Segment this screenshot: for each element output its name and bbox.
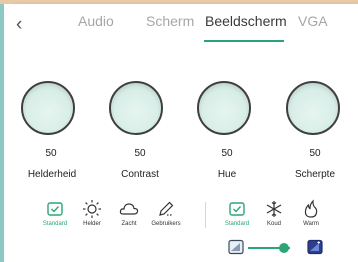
hue-knob[interactable] (197, 81, 251, 135)
tab-beeldscherm[interactable]: Beeldscherm (205, 13, 287, 29)
hue-value: 50 (221, 148, 233, 159)
backlight-slider-thumb[interactable] (278, 243, 289, 253)
left-accent-line (0, 4, 4, 262)
brightness-label: Helderheid (27, 169, 77, 180)
backlight-low-icon[interactable] (228, 239, 244, 255)
mode-helder-label: Helder (83, 221, 101, 227)
sharpness-label: Scherpte (294, 169, 336, 180)
active-tab-indicator (204, 40, 284, 42)
mode-standard-label: Standard (42, 221, 68, 227)
tab-vga[interactable]: VGA (298, 13, 328, 29)
backlight-high-icon[interactable] (307, 239, 323, 255)
temp-standard-label: Standard (224, 221, 250, 227)
sun-icon (83, 200, 101, 218)
tab-scherm[interactable]: Scherm (146, 13, 194, 29)
contrast-knob[interactable] (109, 81, 163, 135)
mode-zacht-button[interactable]: Zacht (109, 198, 149, 227)
mode-gebruikers-label: Gebruikers (151, 221, 181, 227)
brightness-value: 50 (45, 148, 57, 159)
mode-standard-button[interactable]: Standard (35, 198, 75, 227)
brightness-knob[interactable] (21, 81, 75, 135)
back-chevron-icon[interactable]: ‹ (16, 12, 36, 38)
contrast-value: 50 (134, 148, 146, 159)
sharpness-value: 50 (309, 148, 321, 159)
pencil-icon (159, 201, 174, 216)
temp-koud-button[interactable]: Koud (254, 198, 294, 227)
cloud-icon (119, 203, 139, 215)
snowflake-icon (266, 201, 282, 217)
temp-koud-label: Koud (266, 221, 281, 227)
mode-zacht-label: Zacht (121, 221, 137, 227)
temp-warm-label: Warm (303, 221, 319, 227)
check-square-icon (229, 202, 245, 216)
mode-divider (205, 202, 206, 228)
sharpness-knob[interactable] (286, 81, 340, 135)
check-square-icon (47, 202, 63, 216)
hue-label: Hue (217, 169, 237, 180)
temp-warm-button[interactable]: Warm (291, 198, 331, 227)
tab-audio[interactable]: Audio (78, 13, 114, 29)
flame-icon (304, 199, 318, 218)
mode-helder-button[interactable]: Helder (72, 198, 112, 227)
temp-standard-button[interactable]: Standard (217, 198, 257, 227)
mode-gebruikers-button[interactable]: Gebruikers (146, 198, 186, 227)
contrast-label: Contrast (121, 169, 159, 180)
